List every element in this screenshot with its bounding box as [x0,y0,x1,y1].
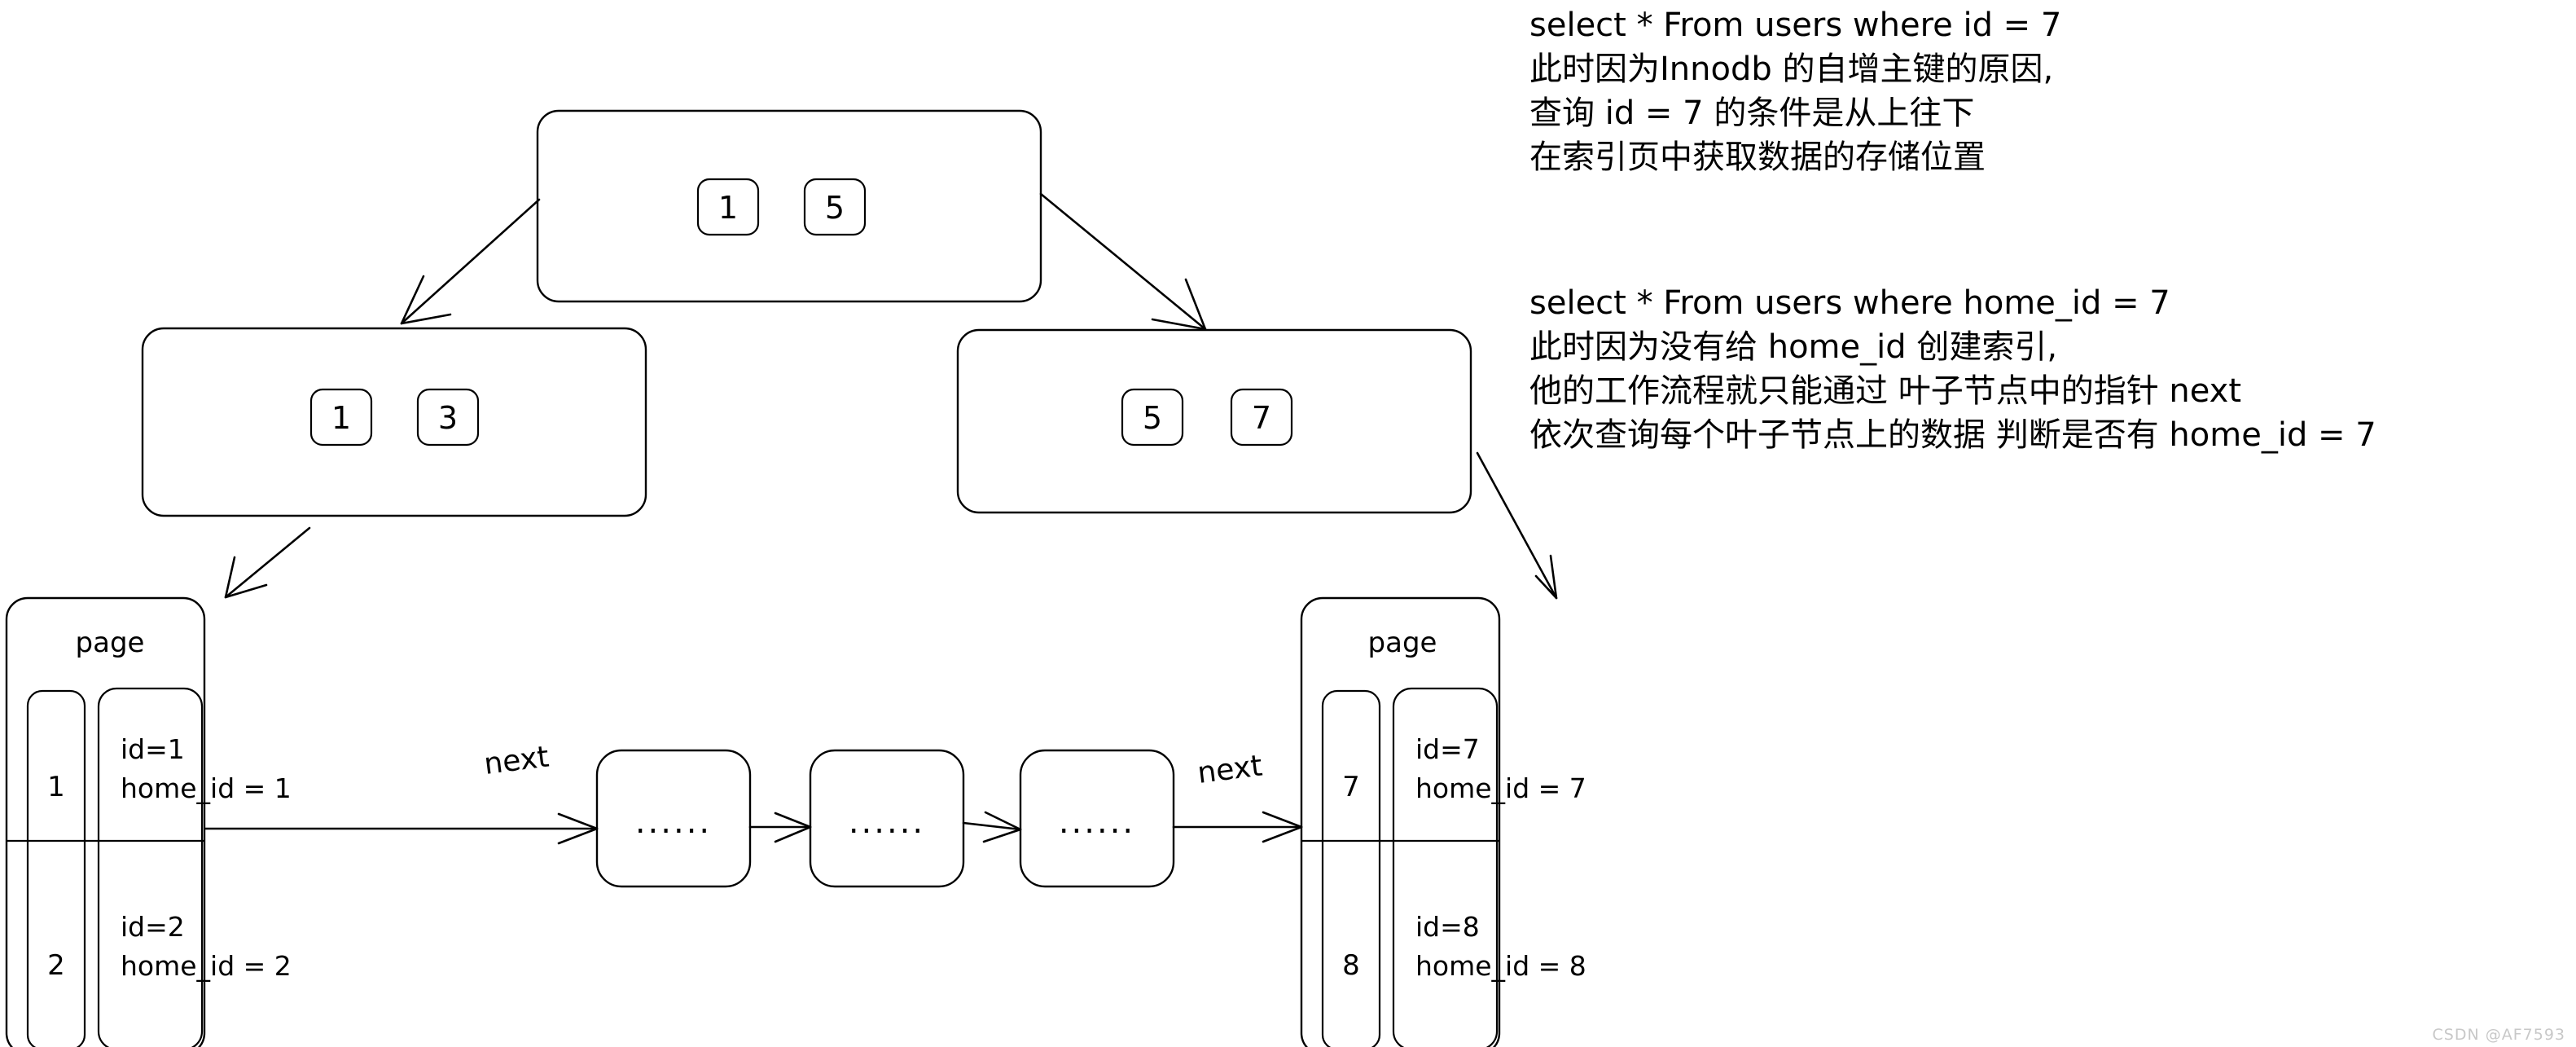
arrow-root-to-left-branch [400,198,541,325]
ellipsis-page-1: ...... [809,749,965,888]
diagram-canvas: 1 5 1 3 5 7 page 1 2 id=1 home_id = 1 id… [0,0,2576,1047]
next-arrow-4 [1172,811,1303,843]
left-branch-key-label-0: 1 [331,400,351,436]
note1-line-3: 在索引页中获取数据的存储位置 [1529,139,1986,176]
right-page-key-column [1321,689,1381,1047]
left-page-key-1: 2 [47,949,65,982]
right-branch-box [956,328,1472,514]
ellipsis-page-2: ...... [1019,749,1175,888]
next-arrow-2 [748,812,812,843]
right-page-title: page [1368,627,1437,659]
root-index-node: 1 5 [536,109,1042,303]
note2-line-2: 他的工作流程就只能通过 叶子节点中的指针 next [1529,372,2241,410]
left-index-node: 1 3 [141,327,647,517]
note1-line-0: select * From users where id = 7 [1529,7,2061,44]
arrow-root-to-right-branch [1039,192,1207,331]
right-branch-key-label-0: 5 [1143,400,1162,436]
note2-line-3: 依次查询每个叶子节点上的数据 判断是否有 home_id = 7 [1529,416,2376,454]
root-key-label-0: 1 [718,190,738,226]
note-block-1: select * From users where id = 7 此时因为Inn… [1529,7,2061,176]
ellipsis-page-dots-0: ...... [635,803,712,841]
ellipsis-page-dots-1: ...... [849,803,925,841]
right-page-record-1-line2: home_id = 8 [1415,950,1586,982]
watermark-label: CSDN @AF7593 [2433,1026,2566,1044]
note2-line-0: select * From users where home_id = 7 [1529,284,2170,322]
right-branch-key-label-1: 7 [1252,400,1271,436]
left-page-record-1-line2: home_id = 2 [121,950,292,982]
right-page-record-0-line1: id=7 [1415,733,1480,765]
next-arrow-3 [962,811,1022,843]
root-key-label-1: 5 [825,190,845,226]
left-page-record-0-line1: id=1 [121,733,185,765]
left-page-key-0: 1 [47,771,65,803]
right-index-node: 5 7 [956,328,1472,514]
left-page-record-0-line2: home_id = 1 [121,772,292,804]
left-branch-key-label-1: 3 [438,400,458,436]
b-plus-tree-diagram: 1 5 1 3 5 7 page 1 2 id=1 home_id = 1 id… [5,7,2566,1047]
note2-line-1: 此时因为没有给 home_id 创建索引, [1529,328,2057,366]
root-node-box [536,109,1042,303]
right-page-record-1-line1: id=8 [1415,911,1480,943]
left-leaf-page: page 1 2 id=1 home_id = 1 id=2 home_id =… [5,596,292,1047]
right-page-key-0: 7 [1342,771,1360,803]
left-page-title: page [76,627,145,659]
left-page-record-1-line1: id=2 [121,911,185,943]
arrow-right-branch-to-right-page [1476,451,1558,600]
left-branch-box [141,327,647,517]
note1-line-2: 查询 id = 7 的条件是从上往下 [1529,95,1974,132]
right-page-record-0-line2: home_id = 7 [1415,772,1586,804]
left-page-key-column [26,689,86,1047]
right-leaf-page: page 7 8 id=7 home_id = 7 id=8 home_id =… [1300,596,1586,1047]
right-page-key-1: 8 [1342,949,1360,982]
ellipsis-page-0: ...... [595,749,752,888]
ellipsis-page-dots-2: ...... [1059,803,1135,841]
next-arrow-1 [204,812,599,845]
next-label-1: next [482,741,551,781]
arrow-left-branch-to-left-page [224,526,311,599]
note1-line-1: 此时因为Innodb 的自增主键的原因, [1529,51,2053,88]
next-label-2: next [1196,750,1264,790]
note-block-2: select * From users where home_id = 7 此时… [1529,284,2376,454]
